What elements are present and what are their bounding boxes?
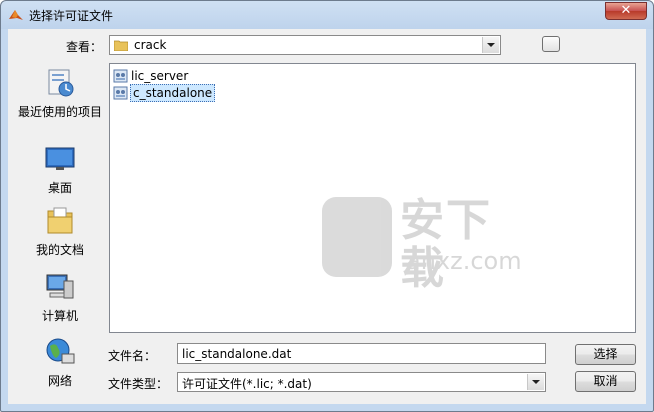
place-label: 网络 <box>47 374 72 388</box>
place-desktop[interactable]: 桌面 <box>14 143 106 195</box>
place-label: 桌面 <box>47 181 72 195</box>
place-label: 我的文档 <box>35 243 84 257</box>
file-name-label: 文件名： <box>108 349 157 363</box>
watermark-url: anxz.com <box>406 247 522 275</box>
desktop-icon <box>45 147 75 170</box>
dialog-client-area: 查看： crack 最近使用的项目 桌面 我的文档 计算机 网络 lic_ser… <box>8 29 646 404</box>
file-name: c_standalone <box>130 84 216 102</box>
place-recent-items[interactable]: 最近使用的项目 <box>14 67 106 119</box>
place-documents[interactable]: 我的文档 <box>14 205 106 257</box>
close-button[interactable]: ✕ <box>605 2 647 20</box>
watermark-text: 安下载 <box>400 195 492 294</box>
close-icon: ✕ <box>620 3 632 18</box>
watermark: 安下载 anxz.com <box>322 197 534 293</box>
file-type-value: 许可证文件(*.lic; *.dat) <box>182 377 312 391</box>
window-title: 选择许可证文件 <box>29 9 114 23</box>
file-list[interactable]: lic_server c_standalone 安下载 anxz.com <box>109 63 636 333</box>
file-type-label: 文件类型： <box>108 377 169 391</box>
license-file-icon <box>113 69 128 83</box>
recent-items-icon <box>48 69 74 97</box>
look-in-value: crack <box>134 38 167 52</box>
view-menu-button[interactable] <box>542 36 560 52</box>
license-file-icon <box>113 86 128 100</box>
look-in-label: 查看： <box>66 40 103 54</box>
place-label: 最近使用的项目 <box>17 105 102 119</box>
file-name: lic_server <box>131 69 189 83</box>
matlab-icon <box>9 10 23 20</box>
place-label: 计算机 <box>41 309 78 323</box>
place-network[interactable]: 网络 <box>14 336 106 388</box>
network-icon <box>46 338 75 364</box>
file-name-input[interactable] <box>177 343 546 364</box>
title-bar[interactable]: 选择许可证文件 ✕ <box>1 1 653 29</box>
file-dialog-window: 选择许可证文件 ✕ 查看： crack 最近使用的项目 桌面 我的文档 计算机 … <box>0 0 654 412</box>
chevron-down-icon[interactable] <box>527 374 544 390</box>
places-bar: 最近使用的项目 桌面 我的文档 计算机 网络 <box>14 63 106 403</box>
folder-icon <box>114 40 128 51</box>
place-computer[interactable]: 计算机 <box>14 271 106 323</box>
file-type-dropdown[interactable]: 许可证文件(*.lic; *.dat) <box>177 372 546 392</box>
computer-icon <box>46 274 74 299</box>
select-button[interactable]: 选择 <box>575 344 636 365</box>
chevron-down-icon[interactable] <box>482 37 499 53</box>
cancel-button[interactable]: 取消 <box>575 371 636 392</box>
documents-icon <box>47 207 73 234</box>
shield-icon <box>322 197 392 277</box>
look-in-dropdown[interactable]: crack <box>109 35 501 55</box>
